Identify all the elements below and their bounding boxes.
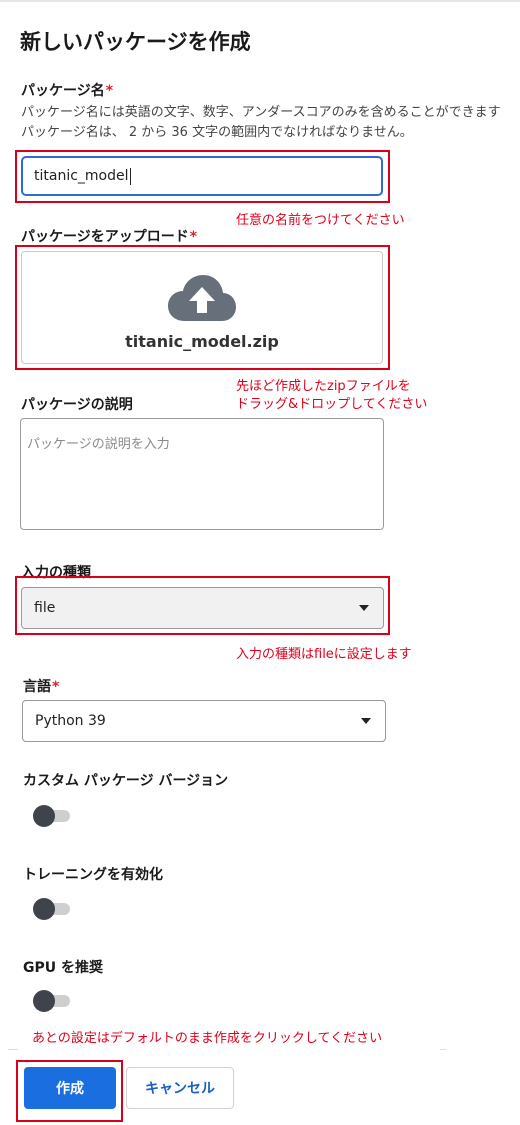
toggle-knob [33,898,55,920]
annotation-upload-2: ドラッグ&ドロップしてください [236,397,428,412]
page-title: 新しいパッケージを作成 [20,30,251,54]
package-name-input[interactable]: titanic_model [21,156,383,196]
gpu-toggle[interactable] [32,990,72,1012]
footer-divider-right [440,1049,446,1050]
footer-divider-left [8,1049,18,1050]
language-select[interactable]: Python 39 [22,700,386,742]
required-mark: * [52,679,60,695]
cancel-button[interactable]: キャンセル [126,1067,234,1109]
upload-label: パッケージをアップロード* [21,226,197,246]
description-placeholder: パッケージの説明を入力 [27,437,170,452]
language-label-text: 言語 [23,679,51,695]
package-name-label-text: パッケージ名 [21,83,105,99]
uploaded-file-name: titanic_model.zip [125,332,279,351]
package-name-label: パッケージ名* [21,80,113,100]
annotation-footer: あとの設定はデフォルトのまま作成をクリックしてください [32,1031,383,1046]
upload-label-text: パッケージをアップロード [21,229,189,245]
custom-version-label: カスタム パッケージ バージョン [23,773,229,789]
cloud-upload-icon [168,275,236,321]
package-name-help-1: パッケージ名には英語の文字、数字、アンダースコアのみを含めることができます [21,105,501,120]
custom-version-toggle[interactable] [32,805,72,827]
top-divider [0,0,520,2]
create-button[interactable]: 作成 [24,1067,116,1109]
annotation-upload-1: 先ほど作成したzipファイルを [236,379,411,394]
upload-dropzone[interactable]: titanic_model.zip [21,251,383,364]
required-mark: * [105,83,114,99]
language-label: 言語* [23,676,59,696]
training-toggle[interactable] [32,898,72,920]
text-caret [129,167,131,185]
toggle-knob [33,990,55,1012]
required-mark: * [189,229,198,245]
annotation-package-name: 任意の名前をつけてください [236,213,405,228]
annotation-input-type: 入力の種類はfileに設定します [236,647,412,662]
input-type-select[interactable]: file [21,587,384,629]
training-label: トレーニングを有効化 [23,867,163,883]
language-value: Python 39 [35,713,106,729]
chevron-down-icon [361,718,371,724]
gpu-label: GPU を推奨 [23,960,103,976]
package-name-help-2: パッケージ名は、 2 から 36 文字の範囲内でなければなりません。 [21,125,413,140]
input-type-value: file [34,600,56,616]
description-label: パッケージの説明 [21,397,133,413]
description-textarea[interactable]: パッケージの説明を入力 [20,418,384,530]
toggle-knob [33,805,55,827]
chevron-down-icon [359,605,369,611]
package-name-value: titanic_model [34,168,129,184]
